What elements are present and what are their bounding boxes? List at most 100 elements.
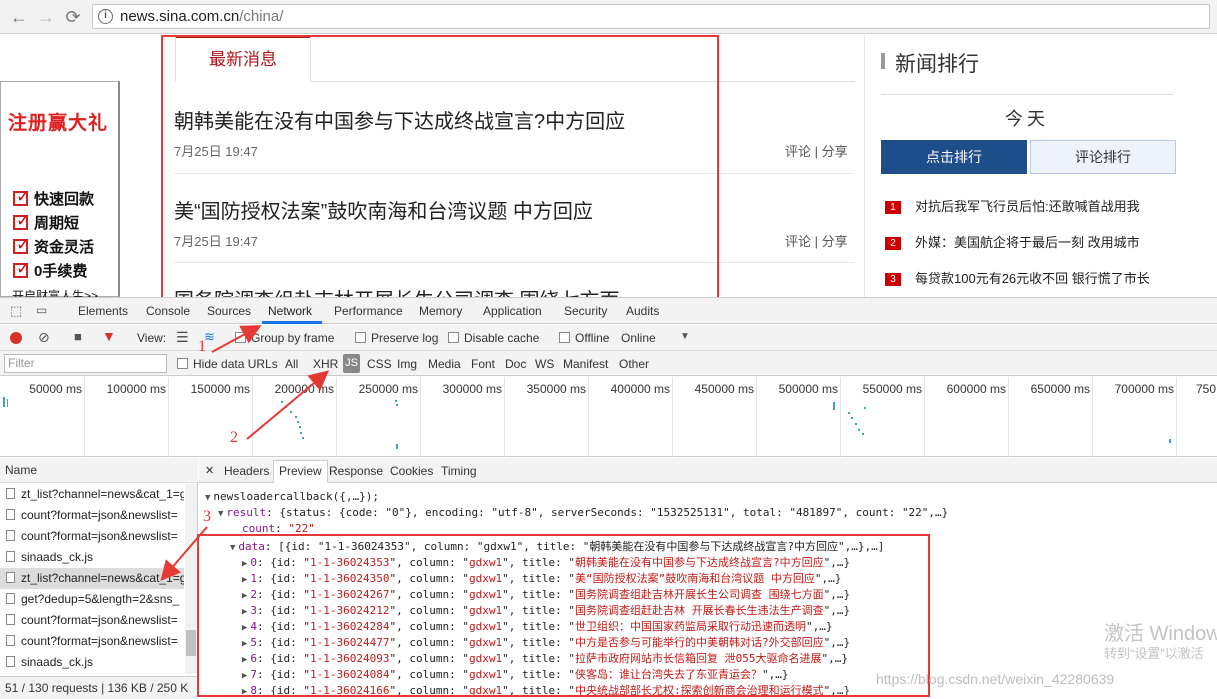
inspect-icon[interactable]: ⬚ — [10, 303, 22, 319]
divider — [881, 94, 1174, 95]
tab-application[interactable]: Application — [483, 304, 542, 318]
preserve-log-checkbox[interactable]: Preserve log — [355, 331, 438, 345]
throttling-select[interactable]: Online — [621, 331, 656, 345]
news-ranking: 新闻排行 今天 点击排行 评论排行 1 对抗后我军飞行员后怕:还敢喊首战用我 2 外… — [864, 35, 1217, 297]
forward-icon[interactable]: → — [35, 6, 57, 28]
scrollbar-thumb[interactable] — [186, 630, 196, 656]
hide-data-urls-checkbox[interactable]: Hide data URLs — [177, 357, 278, 371]
tab-preview[interactable]: Preview — [273, 460, 328, 483]
clear-icon[interactable]: ⊘ — [38, 329, 50, 346]
ranking-item[interactable]: 1 对抗后我军飞行员后怕:还敢喊首战用我 — [885, 196, 1140, 215]
filter-doc[interactable]: Doc — [505, 357, 526, 371]
file-icon — [6, 530, 15, 541]
close-icon[interactable]: ✕ — [205, 464, 214, 477]
tab-sources[interactable]: Sources — [207, 304, 251, 318]
request-row-selected[interactable]: zt_list?channel=news&cat_1=g — [0, 568, 184, 589]
tab-click-ranking[interactable]: 点击排行 — [881, 140, 1027, 174]
filter-manifest[interactable]: Manifest — [563, 357, 608, 371]
ranking-item[interactable]: 2 外媒：美国航企将于最后一刻 改用城市 — [885, 232, 1140, 251]
filter-other[interactable]: Other — [619, 357, 649, 371]
checkbox-icon — [13, 211, 30, 231]
ad-headline: 注册赢大礼 — [8, 113, 109, 134]
file-icon — [6, 656, 15, 667]
browser-toolbar: ← → ⟳ i news.sina.com.cn/china/ — [0, 0, 1217, 34]
tab-console[interactable]: Console — [146, 304, 190, 318]
detail-tabbar: ✕ Headers Preview Response Cookies Timin… — [199, 458, 1217, 483]
annotation-box — [197, 534, 930, 697]
filter-input[interactable]: Filter — [4, 354, 167, 373]
column-header-name[interactable]: Name — [0, 458, 198, 483]
request-row[interactable]: sinaads_ck.js — [0, 652, 184, 673]
tab-memory[interactable]: Memory — [419, 304, 462, 318]
chevron-down-icon[interactable]: ▼ — [680, 331, 690, 342]
tab-elements[interactable]: Elements — [78, 304, 128, 318]
request-row[interactable]: get?dedup=5&length=2&sns_ — [0, 589, 184, 610]
group-by-frame-checkbox[interactable]: Group by frame — [235, 331, 334, 345]
record-icon[interactable] — [10, 332, 22, 344]
filter-font[interactable]: Font — [471, 357, 495, 371]
annotation-number: 2 — [230, 429, 238, 446]
tab-cookies[interactable]: Cookies — [390, 464, 433, 478]
filter-img[interactable]: Img — [397, 357, 417, 371]
tab-headers[interactable]: Headers — [224, 464, 269, 478]
tab-security[interactable]: Security — [564, 304, 607, 318]
disable-cache-checkbox[interactable]: Disable cache — [448, 331, 539, 345]
ranking-period: 今天 — [1005, 109, 1049, 129]
tab-audits[interactable]: Audits — [626, 304, 659, 318]
preview-root[interactable]: ▼ newsloadercallback({,…}); — [205, 490, 379, 503]
tab-network[interactable]: Network — [268, 304, 312, 318]
preview-result[interactable]: ▼ result: {status: {code: "0"}, encoding:… — [218, 506, 948, 519]
annotation-number: 1 — [198, 338, 206, 355]
request-row[interactable]: sinaads_ck.js — [0, 547, 184, 568]
request-row[interactable]: zt_list?channel=news&cat_1=g — [0, 484, 184, 505]
tab-timing[interactable]: Timing — [441, 464, 477, 478]
url-host: news.sina.com.cn — [120, 8, 240, 25]
checkbox-icon — [13, 259, 30, 279]
list-view-icon[interactable]: ☰ — [176, 329, 189, 346]
separator: | — [814, 234, 819, 249]
devtools-tabbar: ⬚ ▭ Elements Console Sources Network Per… — [0, 298, 1217, 324]
camera-icon[interactable]: ■ — [74, 329, 82, 344]
filter-all[interactable]: All — [285, 357, 298, 371]
annotation-box — [161, 35, 719, 297]
windows-watermark: 激活 Window — [1104, 623, 1217, 645]
network-overview[interactable]: 50000 ms 100000 ms 150000 ms 200000 ms 2… — [0, 377, 1217, 457]
rank-number: 1 — [885, 201, 901, 214]
ad-item: 周期短 — [13, 211, 79, 233]
device-toolbar-icon[interactable]: ▭ — [36, 303, 47, 317]
windows-watermark-sub: 转到“设置”以激活 — [1104, 646, 1204, 661]
share-link[interactable]: 分享 — [822, 234, 848, 249]
comment-link[interactable]: 评论 — [785, 234, 811, 249]
back-icon[interactable]: ← — [8, 6, 30, 28]
url-path: /china/ — [239, 8, 284, 25]
tab-comment-ranking[interactable]: 评论排行 — [1030, 140, 1176, 174]
tab-performance[interactable]: Performance — [334, 304, 403, 318]
filter-bar: Filter Hide data URLs All XHR JS CSS Img… — [0, 351, 1217, 376]
comment-link[interactable]: 评论 — [785, 144, 811, 159]
active-tab-indicator — [262, 321, 322, 324]
rank-number: 3 — [885, 273, 901, 286]
address-bar[interactable]: i news.sina.com.cn/china/ — [92, 4, 1210, 29]
filter-xhr[interactable]: XHR — [313, 357, 338, 371]
ad-banner[interactable]: 注册赢大礼 快速回款 周期短 资金灵活 0手续费 开启财富人生>> — [0, 81, 120, 297]
filter-media[interactable]: Media — [428, 357, 461, 371]
reload-icon[interactable]: ⟳ — [62, 6, 84, 28]
site-info-icon[interactable]: i — [98, 9, 113, 24]
share-link[interactable]: 分享 — [822, 144, 848, 159]
ranking-item[interactable]: 3 每贷款100元有26元收不回 银行慌了市长 — [885, 268, 1150, 287]
filter-css[interactable]: CSS — [367, 357, 392, 371]
offline-checkbox[interactable]: Offline — [559, 331, 609, 345]
request-row[interactable]: count?format=json&newslist= — [0, 505, 184, 526]
request-row[interactable]: count?format=json&newslist= — [0, 526, 184, 547]
file-icon — [6, 509, 15, 520]
ad-cta[interactable]: 开启财富人生>> — [12, 287, 98, 297]
tab-response[interactable]: Response — [329, 464, 383, 478]
request-row[interactable]: count?format=json&newslist= — [0, 610, 184, 631]
url-text[interactable]: news.sina.com.cn/china/ — [120, 8, 283, 25]
request-summary: 51 / 130 requests | 136 KB / 250 K — [0, 676, 198, 699]
filter-js[interactable]: JS — [343, 354, 360, 373]
filter-icon[interactable]: ▼ — [102, 328, 116, 344]
checkbox-icon — [13, 187, 30, 207]
filter-ws[interactable]: WS — [535, 357, 554, 371]
request-row[interactable]: count?format=json&newslist= — [0, 631, 184, 652]
